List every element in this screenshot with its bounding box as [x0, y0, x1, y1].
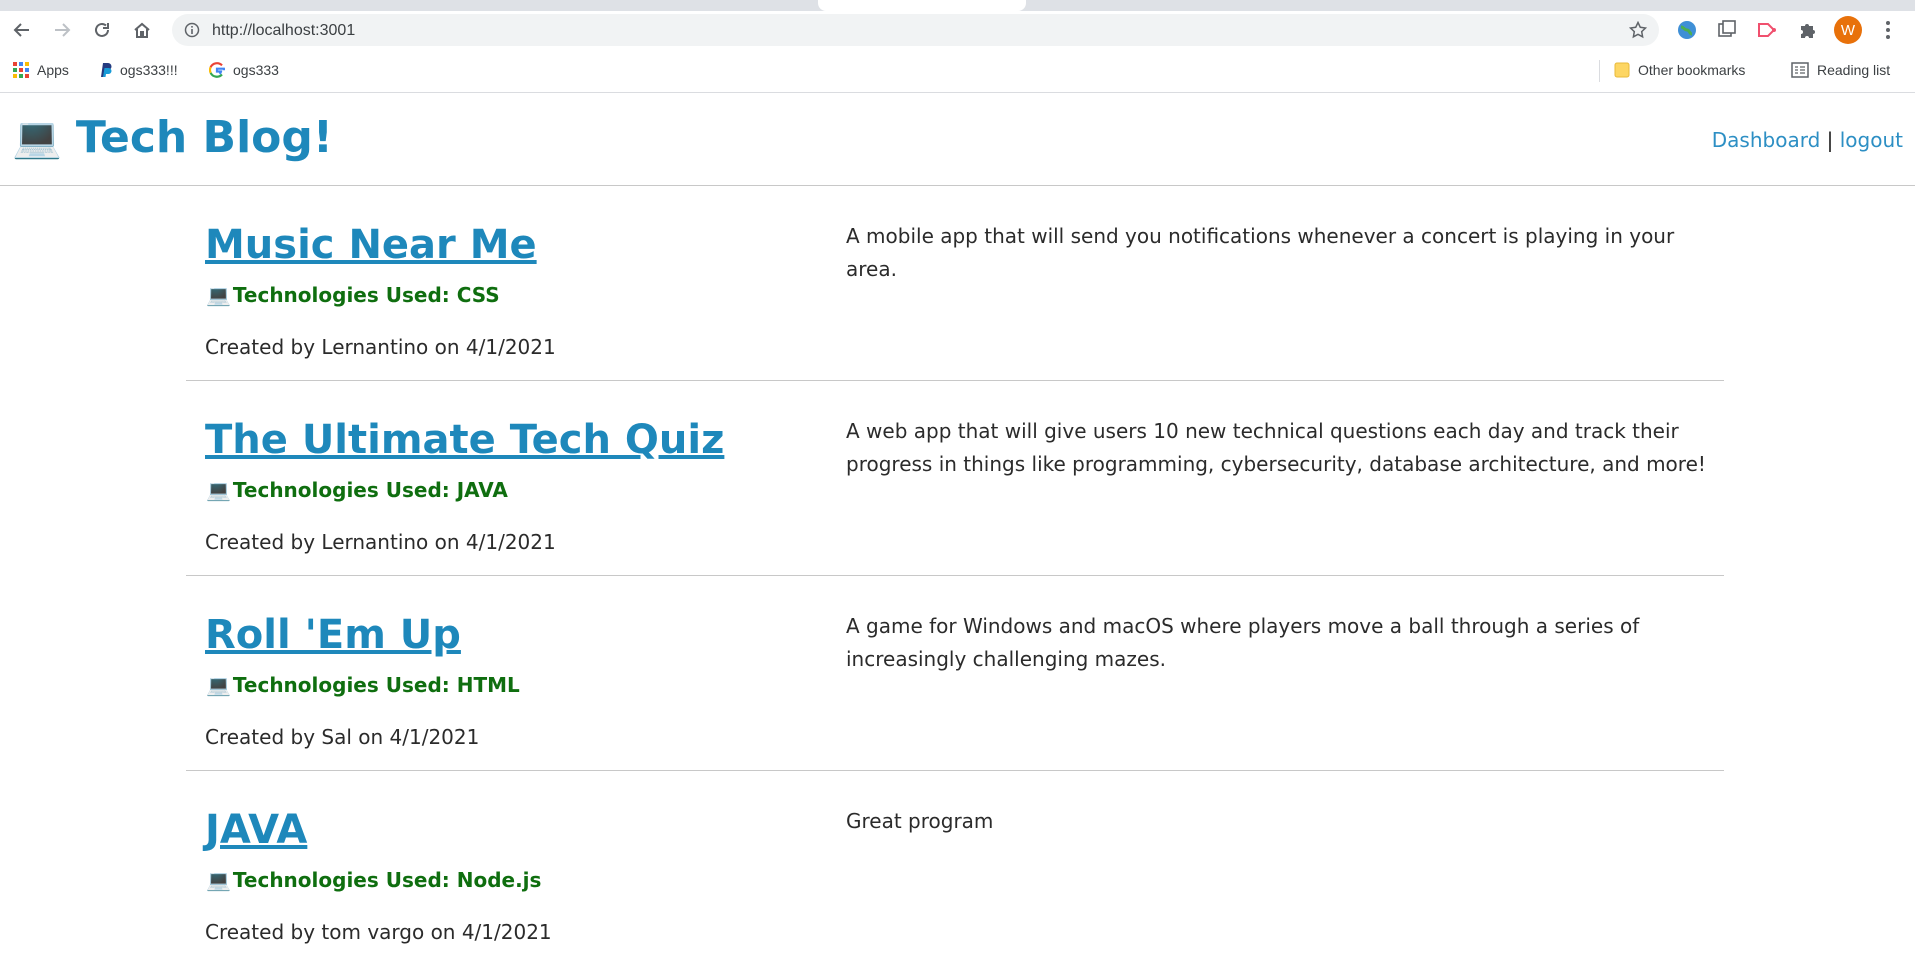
- reload-icon: [95, 22, 109, 37]
- reload-button[interactable]: [87, 15, 117, 45]
- post-technologies: 💻 Technologies Used: CSS: [206, 283, 500, 307]
- profile-avatar[interactable]: W: [1834, 16, 1862, 44]
- post-technologies-text: Technologies Used: JAVA: [232, 478, 508, 502]
- nav-separator: |: [1826, 128, 1834, 152]
- post-description: A game for Windows and macOS where playe…: [846, 614, 1640, 671]
- post-technologies: 💻 Technologies Used: HTML: [206, 673, 520, 697]
- post-description: Great program: [846, 809, 994, 833]
- post-meta: Created by tom vargo on 4/1/2021: [205, 920, 552, 944]
- post-title[interactable]: JAVA: [205, 807, 307, 853]
- post-technologies-text: Technologies Used: HTML: [232, 673, 520, 697]
- browser-toolbar: http://localhost:3001 W: [0, 11, 1915, 48]
- post-description: A mobile app that will send you notifica…: [846, 224, 1675, 281]
- site-header: 💻 Tech Blog! Dashboard | logout: [0, 94, 1915, 186]
- site-info-icon[interactable]: [184, 22, 200, 38]
- post-technologies-text: Technologies Used: Node.js: [232, 868, 542, 892]
- bookmark-apps[interactable]: Apps: [13, 60, 69, 80]
- globe-extension-icon[interactable]: [1674, 17, 1700, 43]
- post-title[interactable]: Roll 'Em Up: [205, 612, 461, 658]
- laptop-icon: 💻: [12, 115, 62, 161]
- dashboard-link[interactable]: Dashboard: [1712, 128, 1821, 152]
- laptop-icon: 💻: [206, 868, 231, 892]
- bookmark-label: Apps: [37, 62, 69, 78]
- post-technologies: 💻 Technologies Used: Node.js: [206, 868, 541, 892]
- post-item: JAVA 💻 Technologies Used: Node.js Create…: [186, 771, 1724, 966]
- other-bookmarks[interactable]: Other bookmarks: [1614, 60, 1745, 80]
- bookmarks-bar: Apps ogs333!!! ogs333 Other bookmarks Re…: [0, 48, 1915, 93]
- home-button[interactable]: [127, 15, 157, 45]
- site-title-text: Tech Blog!: [75, 112, 333, 163]
- post-meta: Created by Lernantino on 4/1/2021: [205, 335, 556, 359]
- bookmarks-divider: [1599, 60, 1600, 82]
- google-icon: [209, 62, 225, 78]
- site-title[interactable]: 💻 Tech Blog!: [12, 112, 333, 163]
- bookmark-label: ogs333: [233, 62, 279, 78]
- bookmark-star-icon[interactable]: [1629, 21, 1647, 39]
- screen-capture-extension-icon[interactable]: [1714, 17, 1740, 43]
- post-item: The Ultimate Tech Quiz 💻 Technologies Us…: [186, 381, 1724, 576]
- home-icon: [134, 22, 150, 38]
- post-title[interactable]: Music Near Me: [205, 222, 537, 268]
- bookmark-paypal[interactable]: ogs333!!!: [98, 60, 178, 80]
- extensions-puzzle-icon[interactable]: [1794, 17, 1820, 43]
- laptop-icon: 💻: [206, 673, 231, 697]
- post-meta: Created by Lernantino on 4/1/2021: [205, 530, 556, 554]
- post-technologies-text: Technologies Used: CSS: [232, 283, 500, 307]
- back-button[interactable]: [7, 15, 37, 45]
- bookmark-google[interactable]: ogs333: [209, 60, 279, 80]
- post-item: Music Near Me 💻 Technologies Used: CSS C…: [186, 186, 1724, 381]
- apps-grid-icon: [13, 62, 29, 78]
- site-nav: Dashboard | logout: [1712, 128, 1903, 152]
- active-tab[interactable]: [818, 0, 1026, 11]
- forward-button[interactable]: [47, 15, 77, 45]
- paypal-icon: [101, 63, 112, 77]
- reading-list-icon: [1791, 62, 1809, 78]
- reading-list-label: Reading list: [1817, 62, 1891, 78]
- post-description: A web app that will give users 10 new te…: [846, 419, 1706, 476]
- logout-link[interactable]: logout: [1840, 128, 1903, 152]
- browser-menu-icon[interactable]: [1875, 17, 1901, 43]
- other-bookmarks-label: Other bookmarks: [1638, 62, 1746, 78]
- post-technologies: 💻 Technologies Used: JAVA: [206, 478, 508, 502]
- laptop-icon: 💻: [206, 283, 231, 307]
- bookmark-label: ogs333!!!: [120, 62, 178, 78]
- forward-arrow-icon: [55, 23, 71, 37]
- video-extension-icon[interactable]: [1754, 17, 1780, 43]
- browser-tab-strip: [0, 0, 1915, 11]
- back-arrow-icon: [13, 23, 29, 37]
- posts-list: Music Near Me 💻 Technologies Used: CSS C…: [186, 186, 1724, 966]
- address-bar[interactable]: http://localhost:3001: [172, 14, 1659, 46]
- post-meta: Created by Sal on 4/1/2021: [205, 725, 480, 749]
- post-item: Roll 'Em Up 💻 Technologies Used: HTML Cr…: [186, 576, 1724, 771]
- folder-icon: [1614, 62, 1630, 78]
- url-text: http://localhost:3001: [212, 22, 356, 39]
- post-title[interactable]: The Ultimate Tech Quiz: [205, 417, 724, 463]
- laptop-icon: 💻: [206, 478, 231, 502]
- reading-list[interactable]: Reading list: [1791, 60, 1890, 80]
